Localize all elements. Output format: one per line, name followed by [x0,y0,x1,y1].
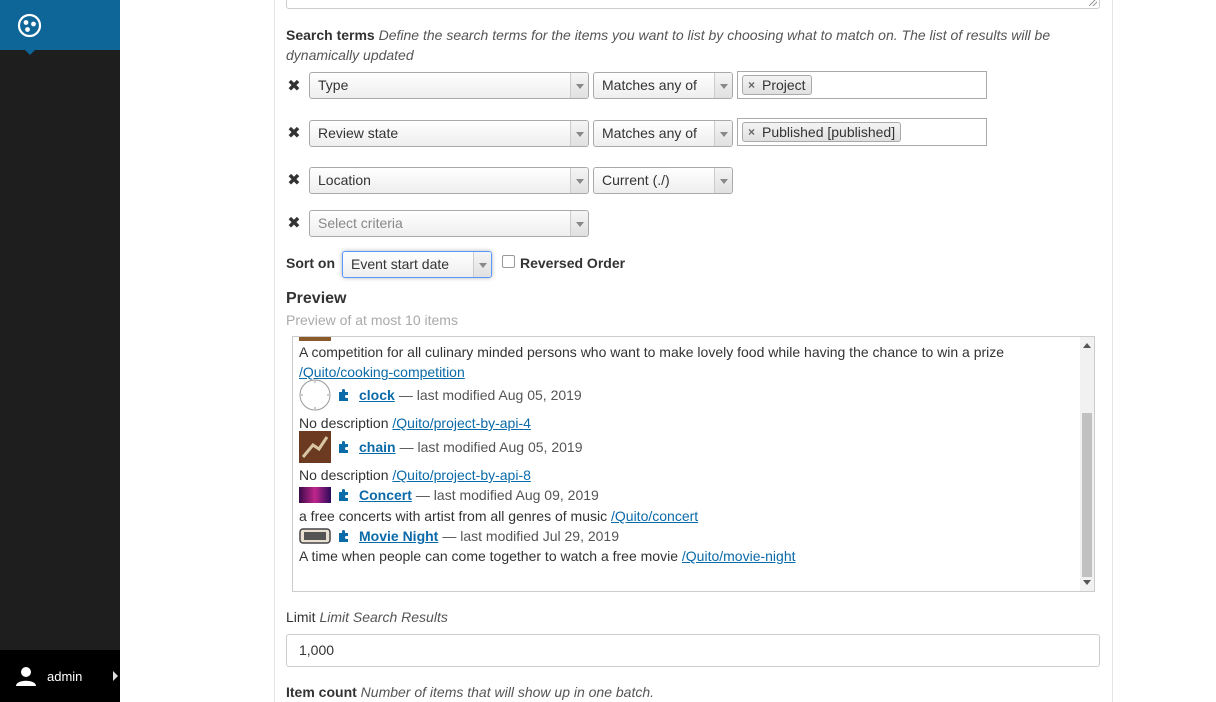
list-item-concert: Concert — last modified Aug 09, 2019 [299,480,599,510]
item-modified: — last modified Aug 09, 2019 [415,487,599,503]
operator-select-review-state[interactable]: Matches any of [593,120,733,147]
value-tag: × Published [published] [742,122,902,142]
text-area-bottom[interactable] [286,0,1100,9]
list-item-chain: chain — last modified Aug 05, 2019 [299,431,583,463]
tag-remove-icon[interactable]: × [748,76,755,94]
criteria-placeholder: Select criteria [318,215,403,231]
tag-remove-icon[interactable]: × [748,123,755,141]
criteria-select-location[interactable]: Location [309,167,589,194]
item-description: A competition for all culinary minded pe… [299,344,1005,360]
sort-on-label: Sort on [286,255,335,271]
reversed-order-checkbox[interactable] [502,255,515,268]
item-modified: — last modified Jul 29, 2019 [442,528,619,544]
user-menu-arrow-icon [113,671,118,681]
list-item-clock: clock — last modified Aug 05, 2019 [299,379,582,411]
operator-select-location[interactable]: Current (./) [593,167,733,194]
resize-grip-icon[interactable] [1089,0,1097,6]
criteria-select-type[interactable]: Type [309,72,589,99]
left-toolbar: admin [0,0,120,702]
dropdown-arrow-icon [570,168,588,193]
new-criteria-select[interactable]: Select criteria [309,210,589,237]
puzzle-piece-icon [339,389,348,401]
dropdown-arrow-icon [570,121,588,146]
value-tag: × Project [742,75,812,95]
clock-thumbnail [299,379,331,411]
search-terms-label: Search terms [286,27,375,43]
item-count-label: Item count Number of items that will sho… [286,684,654,700]
item-title-clock[interactable]: clock [359,387,395,403]
item-title-chain[interactable]: chain [359,439,396,455]
item-path-cooking-competition[interactable]: /Quito/cooking-competition [299,364,465,380]
preview-scrollbar[interactable] [1080,337,1094,591]
item-path-concert[interactable]: /Quito/concert [611,508,698,524]
sort-on-value: Event start date [351,256,450,272]
puzzle-piece-icon [339,441,348,453]
preview-subtitle: Preview of at most 10 items [286,312,458,328]
search-terms-description: Define the search terms for the items yo… [286,27,1051,63]
plone-logo-button[interactable] [0,0,120,55]
user-menu[interactable]: admin [0,650,120,702]
reversed-order-label[interactable]: Reversed Order [520,255,625,271]
sort-on-select[interactable]: Event start date [342,251,492,278]
item-modified: — last modified Aug 05, 2019 [399,439,583,455]
movie-night-thumbnail [299,528,331,544]
partial-thumbnail [299,337,331,341]
dropdown-arrow-icon [714,73,732,98]
value-tag-input-review-state[interactable]: × Published [published] [737,118,987,146]
plone-logo-icon [17,13,42,38]
dropdown-arrow-icon [570,73,588,98]
tag-label: Project [762,77,806,93]
concert-thumbnail [299,487,331,503]
user-name: admin [47,668,83,684]
dropdown-arrow-icon [570,211,588,236]
preview-title: Preview [286,290,347,307]
item-title-movie-night[interactable]: Movie Night [359,528,438,544]
scroll-down-icon[interactable] [1083,580,1091,585]
operator-value: Current (./) [602,172,670,188]
limit-label: Limit Limit Search Results [286,609,448,625]
item-path-movie-night[interactable]: /Quito/movie-night [682,548,796,564]
item-description-row: A time when people can come together to … [299,548,796,564]
item-description-row: No description /Quito/project-by-api-4 [299,415,531,431]
item-count-label-text: Item count [286,684,357,700]
remove-criteria-icon[interactable]: ✖ [287,216,301,232]
item-description: A time when people can come together to … [299,548,678,564]
dropdown-arrow-icon [714,168,732,193]
user-icon [16,667,36,686]
limit-help: Limit Search Results [319,609,448,625]
criteria-value: Review state [318,125,399,141]
preview-results[interactable]: A competition for all culinary minded pe… [292,336,1095,592]
puzzle-piece-icon [339,530,348,542]
item-title-concert[interactable]: Concert [359,487,412,503]
limit-input[interactable]: 1,000 [286,634,1100,667]
criteria-select-review-state[interactable]: Review state [309,120,589,147]
item-path-project-by-api-4[interactable]: /Quito/project-by-api-4 [392,415,531,431]
search-terms-help: Search terms Define the search terms for… [286,25,1086,65]
remove-criteria-icon[interactable]: ✖ [287,173,301,189]
operator-value: Matches any of [602,77,697,93]
item-count-help: Number of items that will show up in one… [360,684,655,700]
puzzle-piece-icon [339,489,348,501]
scroll-thumb[interactable] [1082,413,1092,577]
collection-edit-form: Search terms Define the search terms for… [274,0,1113,702]
dropdown-arrow-icon [473,252,491,277]
limit-label-text: Limit [286,609,316,625]
item-modified: — last modified Aug 05, 2019 [398,387,582,403]
item-description: No description [299,415,389,431]
criteria-value: Location [318,172,371,188]
logo-caret [25,50,35,55]
tag-label: Published [published] [762,124,896,140]
remove-criteria-icon[interactable]: ✖ [287,79,301,95]
operator-select-type[interactable]: Matches any of [593,72,733,99]
scroll-up-icon[interactable] [1083,343,1091,348]
chain-thumbnail [299,431,331,463]
dropdown-arrow-icon [714,121,732,146]
list-item-movie-night: Movie Night — last modified Jul 29, 2019 [299,521,619,551]
criteria-value: Type [318,77,349,93]
value-tag-input-type[interactable]: × Project [737,71,987,99]
remove-criteria-icon[interactable]: ✖ [287,126,301,142]
operator-value: Matches any of [602,125,697,141]
